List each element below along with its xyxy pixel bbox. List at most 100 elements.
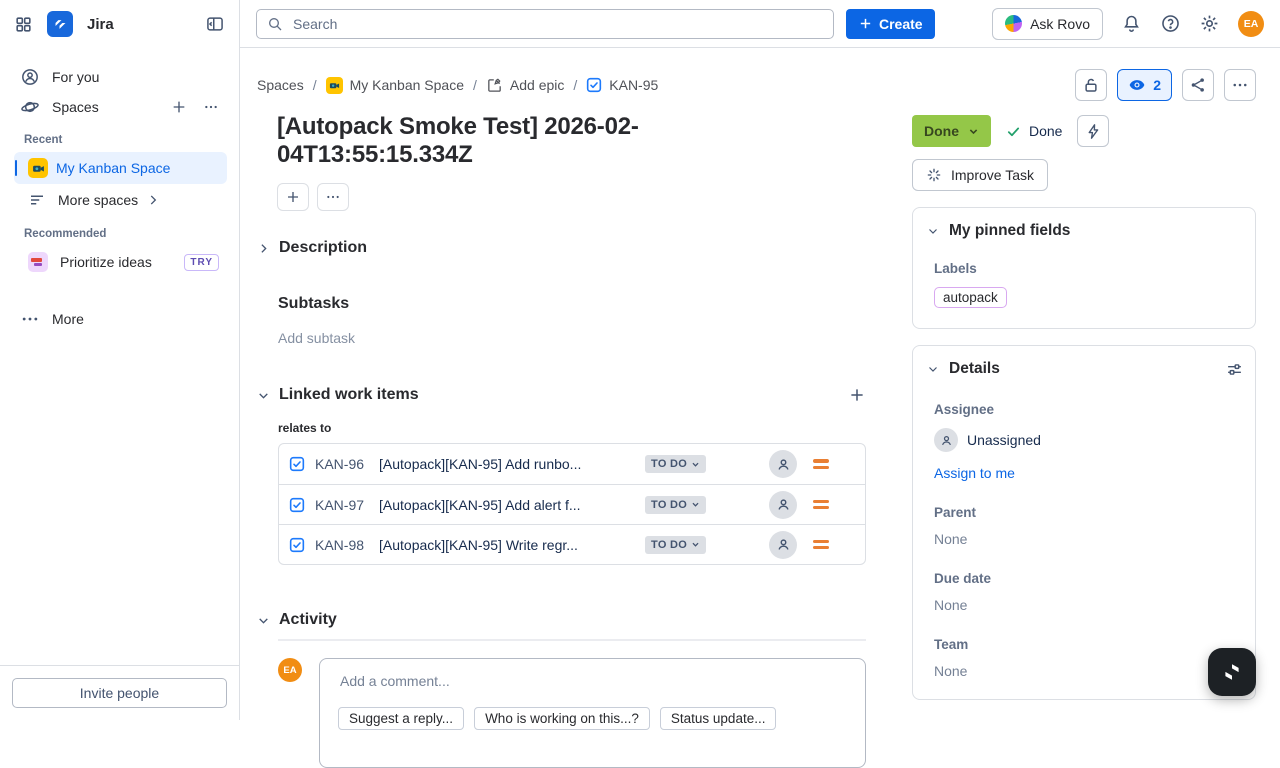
- linked-items-list: KAN-96 [Autopack][KAN-95] Add runbo... T…: [278, 443, 866, 565]
- invite-people-button[interactable]: Invite people: [12, 678, 227, 708]
- app-name: Jira: [87, 16, 191, 33]
- plus-icon: [858, 16, 873, 31]
- sidebar-item-for-you[interactable]: For you: [12, 62, 227, 92]
- chevron-down-icon[interactable]: [257, 389, 270, 402]
- comment-input[interactable]: [338, 672, 847, 690]
- breadcrumb-space[interactable]: My Kanban Space: [326, 77, 464, 94]
- assign-to-me-link[interactable]: Assign to me: [934, 465, 1015, 481]
- add-subtask-field[interactable]: Add subtask: [278, 330, 866, 346]
- status-dropdown[interactable]: TO DO: [645, 455, 706, 473]
- due-date-value[interactable]: None: [934, 597, 1243, 613]
- assistant-logo-icon: [1220, 660, 1244, 684]
- suggest-reply-button[interactable]: Suggest a reply...: [338, 707, 464, 730]
- add-space-icon[interactable]: [171, 99, 187, 115]
- rovo-icon: [1005, 15, 1022, 32]
- lines-icon: [28, 191, 46, 209]
- ask-rovo-button[interactable]: Ask Rovo: [992, 8, 1103, 40]
- chevron-down-icon[interactable]: [927, 225, 939, 237]
- assignee-avatar[interactable]: [769, 450, 797, 478]
- space-avatar-icon: [326, 77, 343, 94]
- configure-fields-icon[interactable]: [1226, 361, 1243, 378]
- linked-item-title[interactable]: [Autopack][KAN-95] Add alert f...: [379, 497, 635, 513]
- linked-item-row[interactable]: KAN-97 [Autopack][KAN-95] Add alert f...…: [279, 484, 865, 524]
- sidebar-item-more[interactable]: More: [12, 304, 227, 334]
- priority-medium-icon[interactable]: [813, 540, 829, 550]
- add-button[interactable]: [277, 183, 309, 211]
- watchers-count: 2: [1153, 77, 1161, 93]
- plus-icon: [285, 189, 301, 205]
- priority-medium-icon[interactable]: [813, 500, 829, 510]
- linked-item-key: KAN-97: [315, 497, 369, 513]
- edit-pencil-icon: [486, 77, 503, 94]
- recommended-section-label: Recommended: [12, 216, 227, 246]
- unassigned-avatar-icon: [934, 428, 958, 452]
- user-avatar[interactable]: EA: [1238, 11, 1264, 37]
- more-options-button[interactable]: [1224, 69, 1256, 101]
- create-button[interactable]: Create: [846, 9, 935, 39]
- status-dropdown[interactable]: TO DO: [645, 536, 706, 554]
- app-switcher-icon[interactable]: [14, 15, 33, 34]
- help-icon[interactable]: [1160, 13, 1181, 34]
- activity-divider: [278, 639, 866, 641]
- team-value[interactable]: None: [934, 663, 1243, 679]
- resolution-indicator: Done: [1006, 123, 1062, 139]
- share-button[interactable]: [1182, 69, 1214, 101]
- more-actions-button[interactable]: [317, 183, 349, 211]
- search-icon: [267, 16, 283, 32]
- notifications-bell-icon[interactable]: [1121, 13, 1142, 34]
- chevron-down-icon[interactable]: [927, 363, 939, 375]
- linked-items-section-header[interactable]: Linked work items: [257, 386, 866, 404]
- collapse-sidebar-icon[interactable]: [205, 14, 225, 34]
- assistant-widget-button[interactable]: [1208, 648, 1256, 696]
- sidebar-item-label: Prioritize ideas: [60, 254, 152, 270]
- priority-medium-icon[interactable]: [813, 459, 829, 469]
- status-dropdown-button[interactable]: Done: [912, 115, 991, 147]
- sidebar-item-spaces[interactable]: Spaces: [12, 92, 227, 122]
- watch-button[interactable]: 2: [1117, 69, 1172, 101]
- sidebar-item-label: More spaces: [58, 192, 138, 208]
- chevron-down-icon: [691, 500, 700, 509]
- activity-section-header[interactable]: Activity: [257, 611, 866, 629]
- prioritize-ideas-icon: [28, 252, 48, 272]
- jira-logo-icon[interactable]: [47, 11, 73, 37]
- breadcrumb-spaces[interactable]: Spaces: [257, 77, 304, 93]
- search-input[interactable]: [291, 15, 823, 33]
- label-tag[interactable]: autopack: [934, 287, 1007, 308]
- due-date-field-label: Due date: [934, 571, 1243, 586]
- breadcrumb-add-epic[interactable]: Add epic: [486, 77, 564, 94]
- sidebar-item-my-kanban-space[interactable]: My Kanban Space: [14, 152, 227, 184]
- parent-value[interactable]: None: [934, 531, 1243, 547]
- create-button-label: Create: [879, 16, 923, 32]
- linked-item-title[interactable]: [Autopack][KAN-95] Add runbo...: [379, 456, 635, 472]
- global-search[interactable]: [256, 9, 834, 39]
- automation-lightning-button[interactable]: [1077, 115, 1109, 147]
- breadcrumb-issue-key[interactable]: KAN-95: [586, 77, 658, 93]
- issue-title[interactable]: [Autopack Smoke Test] 2026-02-04T13:55:1…: [277, 113, 797, 169]
- linked-item-row[interactable]: KAN-96 [Autopack][KAN-95] Add runbo... T…: [279, 444, 865, 484]
- sidebar-item-prioritize-ideas[interactable]: Prioritize ideas TRY: [14, 246, 227, 278]
- description-section-header[interactable]: Description: [257, 239, 866, 257]
- add-linked-item-icon[interactable]: [848, 386, 866, 404]
- labels-field-label: Labels: [934, 261, 1243, 276]
- comment-composer: EA Suggest a reply... Who is working on …: [278, 658, 866, 768]
- assignee-value[interactable]: Unassigned: [934, 428, 1243, 452]
- breadcrumb: Spaces / My Kanban Space / Add epic / KA…: [257, 69, 866, 101]
- who-working-button[interactable]: Who is working on this...?: [474, 707, 650, 730]
- assignee-avatar[interactable]: [769, 491, 797, 519]
- status-update-button[interactable]: Status update...: [660, 707, 777, 730]
- chevron-down-icon[interactable]: [257, 614, 270, 627]
- spaces-more-icon[interactable]: [203, 99, 219, 115]
- assignee-avatar[interactable]: [769, 531, 797, 559]
- improve-task-button[interactable]: Improve Task: [912, 159, 1048, 191]
- pinned-fields-title: My pinned fields: [949, 222, 1070, 240]
- comment-box[interactable]: Suggest a reply... Who is working on thi…: [319, 658, 866, 768]
- linked-item-row[interactable]: KAN-98 [Autopack][KAN-95] Write regr... …: [279, 524, 865, 564]
- chevron-down-icon: [968, 126, 979, 137]
- lightning-icon: [1085, 123, 1102, 140]
- settings-gear-icon[interactable]: [1199, 13, 1220, 34]
- sidebar-item-more-spaces[interactable]: More spaces: [14, 184, 227, 216]
- linked-item-title[interactable]: [Autopack][KAN-95] Write regr...: [379, 537, 635, 553]
- chevron-right-icon[interactable]: [257, 242, 270, 255]
- status-dropdown[interactable]: TO DO: [645, 496, 706, 514]
- restrict-access-button[interactable]: [1075, 69, 1107, 101]
